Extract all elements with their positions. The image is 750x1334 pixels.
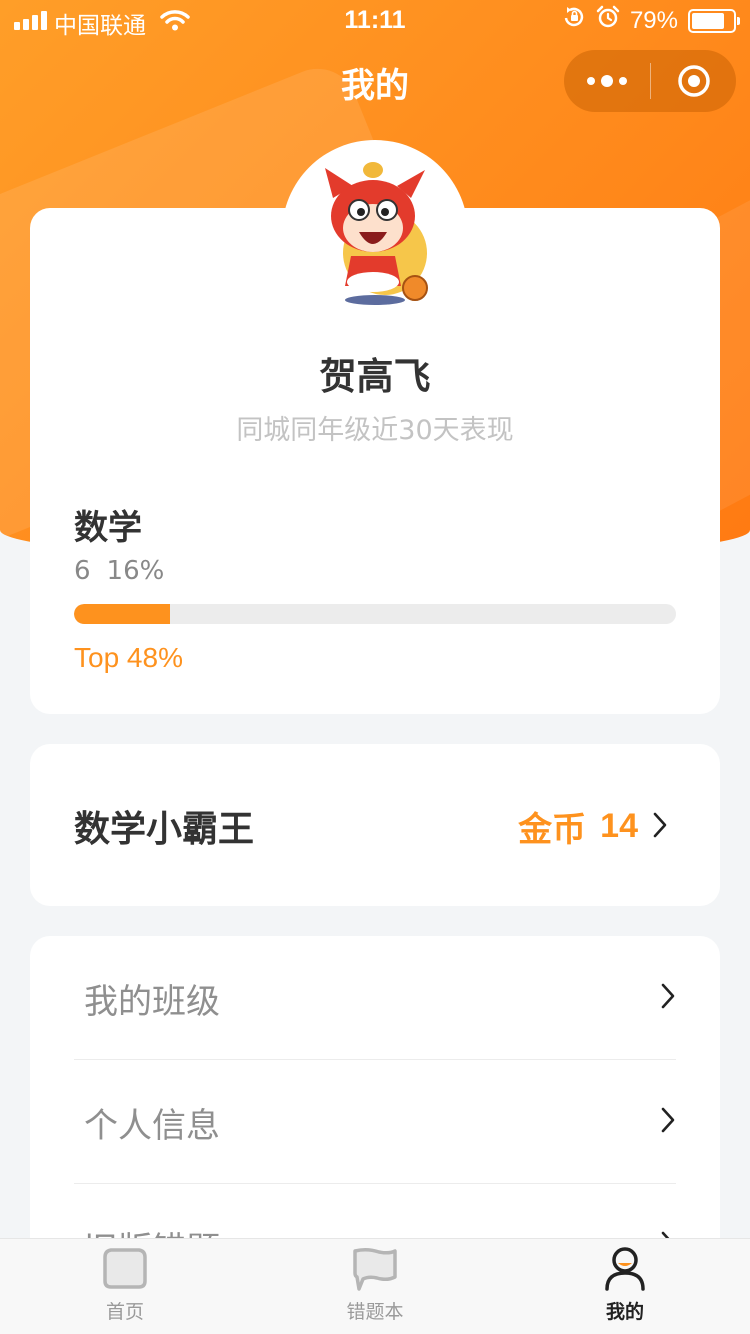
menu-item-my-class[interactable]: 我的班级 [74,936,676,1060]
coins-value: 14 [600,807,638,845]
tab-home[interactable]: 首页 [0,1239,250,1334]
subject-count: 6 [74,556,91,586]
close-target-icon[interactable] [651,64,736,98]
tab-label: 错题本 [346,1301,404,1323]
user-name: 贺高飞 [319,355,431,398]
subject-title: 数学 [74,508,142,548]
coins-label: 金币 [518,810,587,850]
notebook-icon [349,1245,401,1295]
cartoon-fox-avatar [325,162,428,305]
tab-profile[interactable]: 我的 [500,1239,750,1334]
miniprogram-capsule [564,50,736,112]
tab-label: 首页 [105,1301,144,1323]
subject-stats: 6 16% [74,556,164,586]
more-dots-icon[interactable] [564,75,650,87]
rotation-lock-icon [562,5,586,36]
coins-card[interactable]: 数学小霸王 金币 14 [30,744,720,906]
home-icon [99,1245,151,1295]
menu-item-personal-info[interactable]: 个人信息 [74,1060,676,1184]
tab-notebook[interactable]: 错题本 [250,1239,500,1334]
rank-text: Top 48% [74,642,183,673]
profile-icon [599,1245,651,1295]
performance-subtitle: 同城同年级近30天表现 [236,415,514,446]
chevron-right-icon [652,811,668,843]
chevron-right-icon [660,1106,676,1138]
battery-percent: 79% [629,6,678,34]
menu-item-label: 我的班级 [84,981,220,1022]
tab-bar: 首页 错题本 我的 [0,1238,750,1334]
progress-fill [74,604,171,624]
tab-label: 我的 [605,1301,644,1323]
chevron-right-icon [660,982,676,1014]
avatar[interactable] [282,140,468,326]
menu-item-label: 个人信息 [84,1105,220,1146]
status-bar: 中国联通 11:11 79% [0,0,750,40]
progress-bar [74,604,676,624]
battery-icon [688,8,740,33]
subject-percent: 16% [106,556,165,586]
alarm-icon [596,5,620,36]
coins-card-title: 数学小霸王 [74,809,255,850]
